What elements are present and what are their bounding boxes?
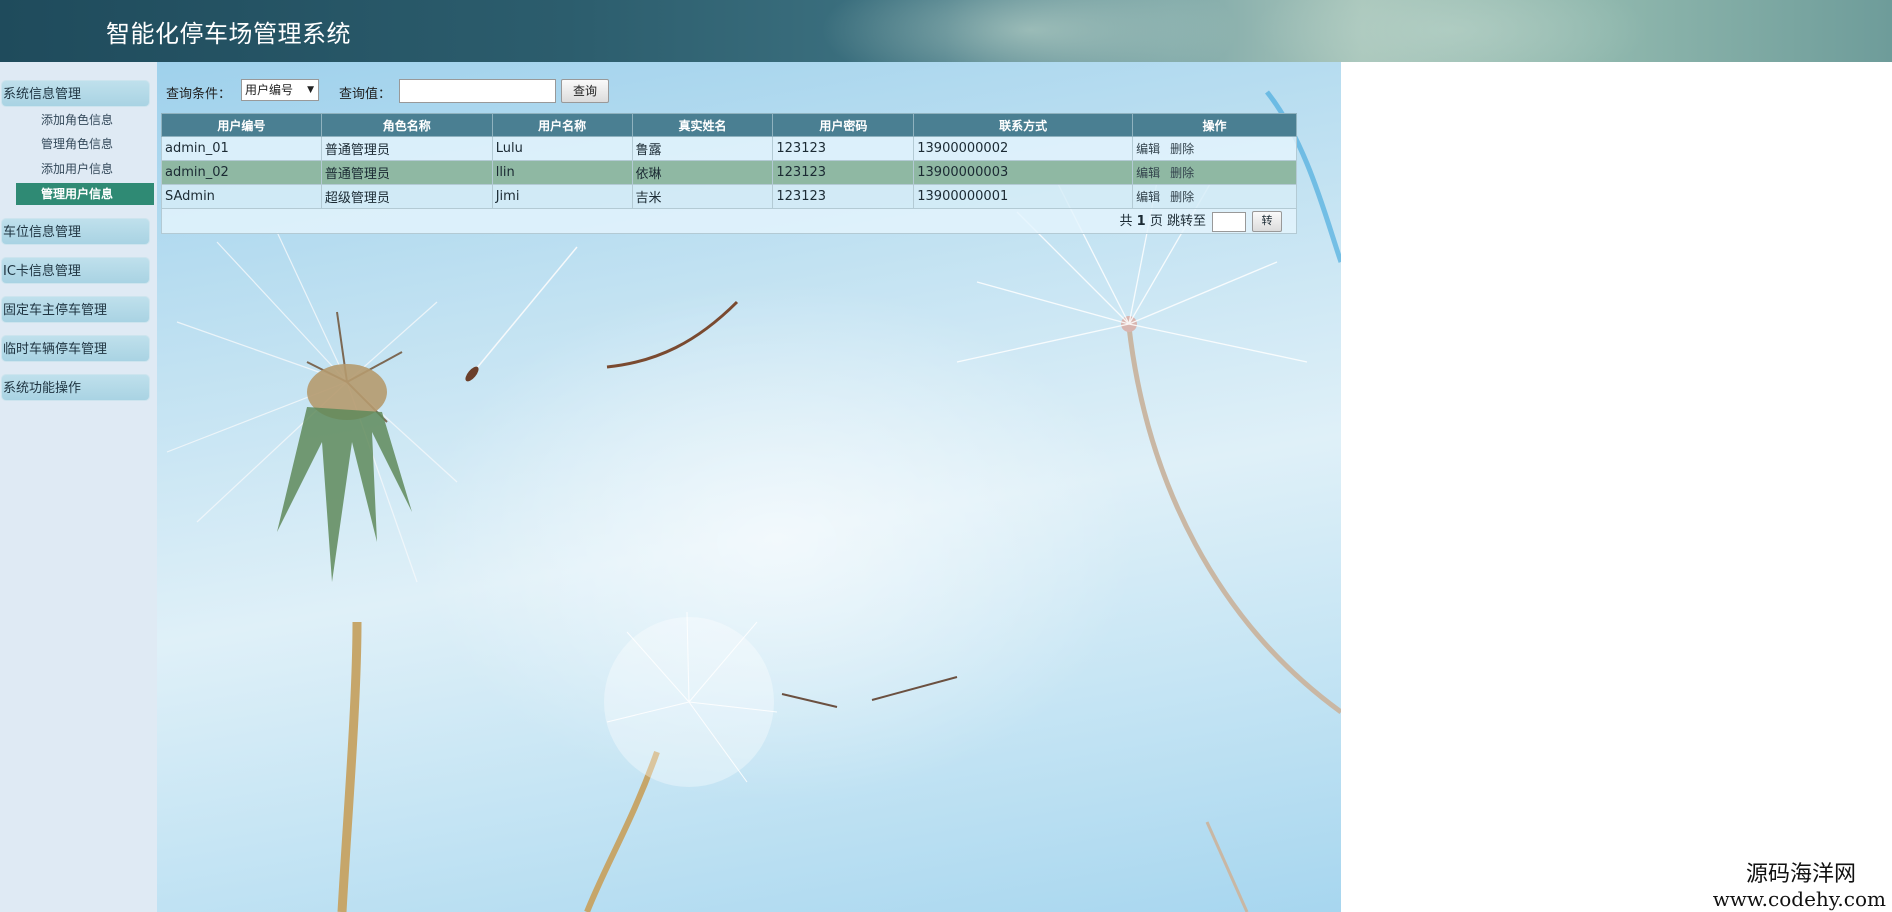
table-row[interactable]: SAdmin 超级管理员 Jimi 吉米 123123 13900000001 …	[161, 184, 1297, 209]
cell-real-name: 鲁露	[631, 136, 774, 161]
app-title: 智能化停车场管理系统	[106, 20, 351, 48]
sidebar-item-manage-role[interactable]: 管理角色信息	[16, 133, 154, 155]
cell-contact: 13900000001	[913, 184, 1134, 209]
page-go-button[interactable]: 转	[1252, 211, 1282, 232]
query-value-label: 查询值：	[339, 87, 392, 102]
sidebar-item-add-user[interactable]: 添加用户信息	[16, 158, 154, 180]
search-button[interactable]: 查询	[561, 79, 609, 103]
cell-password: 123123	[772, 184, 915, 209]
header-banner: 智能化停车场管理系统	[0, 0, 1892, 62]
delete-link[interactable]: 删除	[1170, 166, 1194, 180]
sidebar-group-parking-space[interactable]: 车位信息管理	[1, 218, 150, 245]
cell-actions: 编辑 删除	[1132, 184, 1297, 209]
pager-jump-label: 页 跳转至	[1149, 214, 1206, 229]
sidebar-group-system-functions[interactable]: 系统功能操作	[1, 374, 150, 401]
query-condition-select[interactable]: 用户编号 ▼	[241, 79, 319, 101]
column-header-real-name: 真实姓名	[631, 113, 774, 137]
watermark-name: 源码海洋网	[1745, 862, 1856, 887]
edit-link[interactable]: 编辑	[1136, 190, 1160, 204]
cell-role-name: 超级管理员	[320, 184, 493, 209]
column-header-username: 用户名称	[491, 113, 633, 137]
column-header-contact: 联系方式	[913, 113, 1134, 137]
table-header-row: 用户编号 角色名称 用户名称 真实姓名 用户密码 联系方式 操作	[161, 113, 1297, 137]
query-condition-label: 查询条件：	[166, 87, 232, 102]
pager-total-pages: 1	[1136, 214, 1146, 229]
cell-username: Jimi	[491, 184, 633, 209]
table-row[interactable]: admin_02 普通管理员 llin 依琳 123123 1390000000…	[161, 160, 1297, 185]
header-decoration	[820, 0, 1240, 62]
watermark-url: www.codehy.com	[1712, 887, 1886, 911]
user-table: 用户编号 角色名称 用户名称 真实姓名 用户密码 联系方式 操作 admin_0…	[161, 113, 1297, 234]
delete-link[interactable]: 删除	[1170, 190, 1194, 204]
edit-link[interactable]: 编辑	[1136, 166, 1160, 180]
pager: 共 1 页 跳转至 转	[161, 208, 1297, 234]
query-condition-selected: 用户编号	[245, 83, 294, 97]
cell-role-name: 普通管理员	[320, 160, 493, 185]
delete-link[interactable]: 删除	[1170, 142, 1194, 156]
cell-user-id: admin_01	[161, 136, 322, 161]
cell-real-name: 吉米	[631, 184, 774, 209]
sidebar-group-fixed-owner-parking[interactable]: 固定车主停车管理	[1, 296, 150, 323]
pager-prefix: 共	[1119, 214, 1133, 229]
cell-password: 123123	[772, 136, 915, 161]
sidebar-item-manage-user[interactable]: 管理用户信息	[16, 183, 154, 205]
cell-user-id: admin_02	[161, 160, 322, 185]
page-jump-input[interactable]	[1212, 211, 1246, 232]
cell-actions: 编辑 删除	[1132, 136, 1297, 161]
cell-username: llin	[491, 160, 633, 185]
cell-user-id: SAdmin	[161, 184, 322, 209]
cell-contact: 13900000003	[913, 160, 1134, 185]
cell-real-name: 依琳	[631, 160, 774, 185]
cell-role-name: 普通管理员	[320, 136, 493, 161]
cell-actions: 编辑 删除	[1132, 160, 1297, 185]
header-decoration	[1250, 0, 1650, 62]
column-header-actions: 操作	[1132, 113, 1297, 137]
sidebar-item-add-role[interactable]: 添加角色信息	[16, 109, 154, 131]
pager-row: 共 1 页 跳转至 转	[161, 208, 1297, 234]
column-header-user-id: 用户编号	[161, 113, 322, 137]
query-value-input[interactable]	[399, 79, 556, 103]
sidebar-group-ic-card[interactable]: IC卡信息管理	[1, 257, 150, 284]
edit-link[interactable]: 编辑	[1136, 142, 1160, 156]
dropdown-arrow-icon: ▼	[307, 85, 314, 95]
column-header-password: 用户密码	[772, 113, 915, 137]
sidebar-group-system-info[interactable]: 系统信息管理	[1, 80, 150, 107]
table-row[interactable]: admin_01 普通管理员 Lulu 鲁露 123123 1390000000…	[161, 136, 1297, 161]
cell-contact: 13900000002	[913, 136, 1134, 161]
cell-password: 123123	[772, 160, 915, 185]
cell-username: Lulu	[491, 136, 633, 161]
sidebar-group-temp-vehicle-parking[interactable]: 临时车辆停车管理	[1, 335, 150, 362]
column-header-role-name: 角色名称	[320, 113, 493, 137]
site-watermark: 源码海洋网 www.codehy.com	[1713, 862, 1886, 910]
